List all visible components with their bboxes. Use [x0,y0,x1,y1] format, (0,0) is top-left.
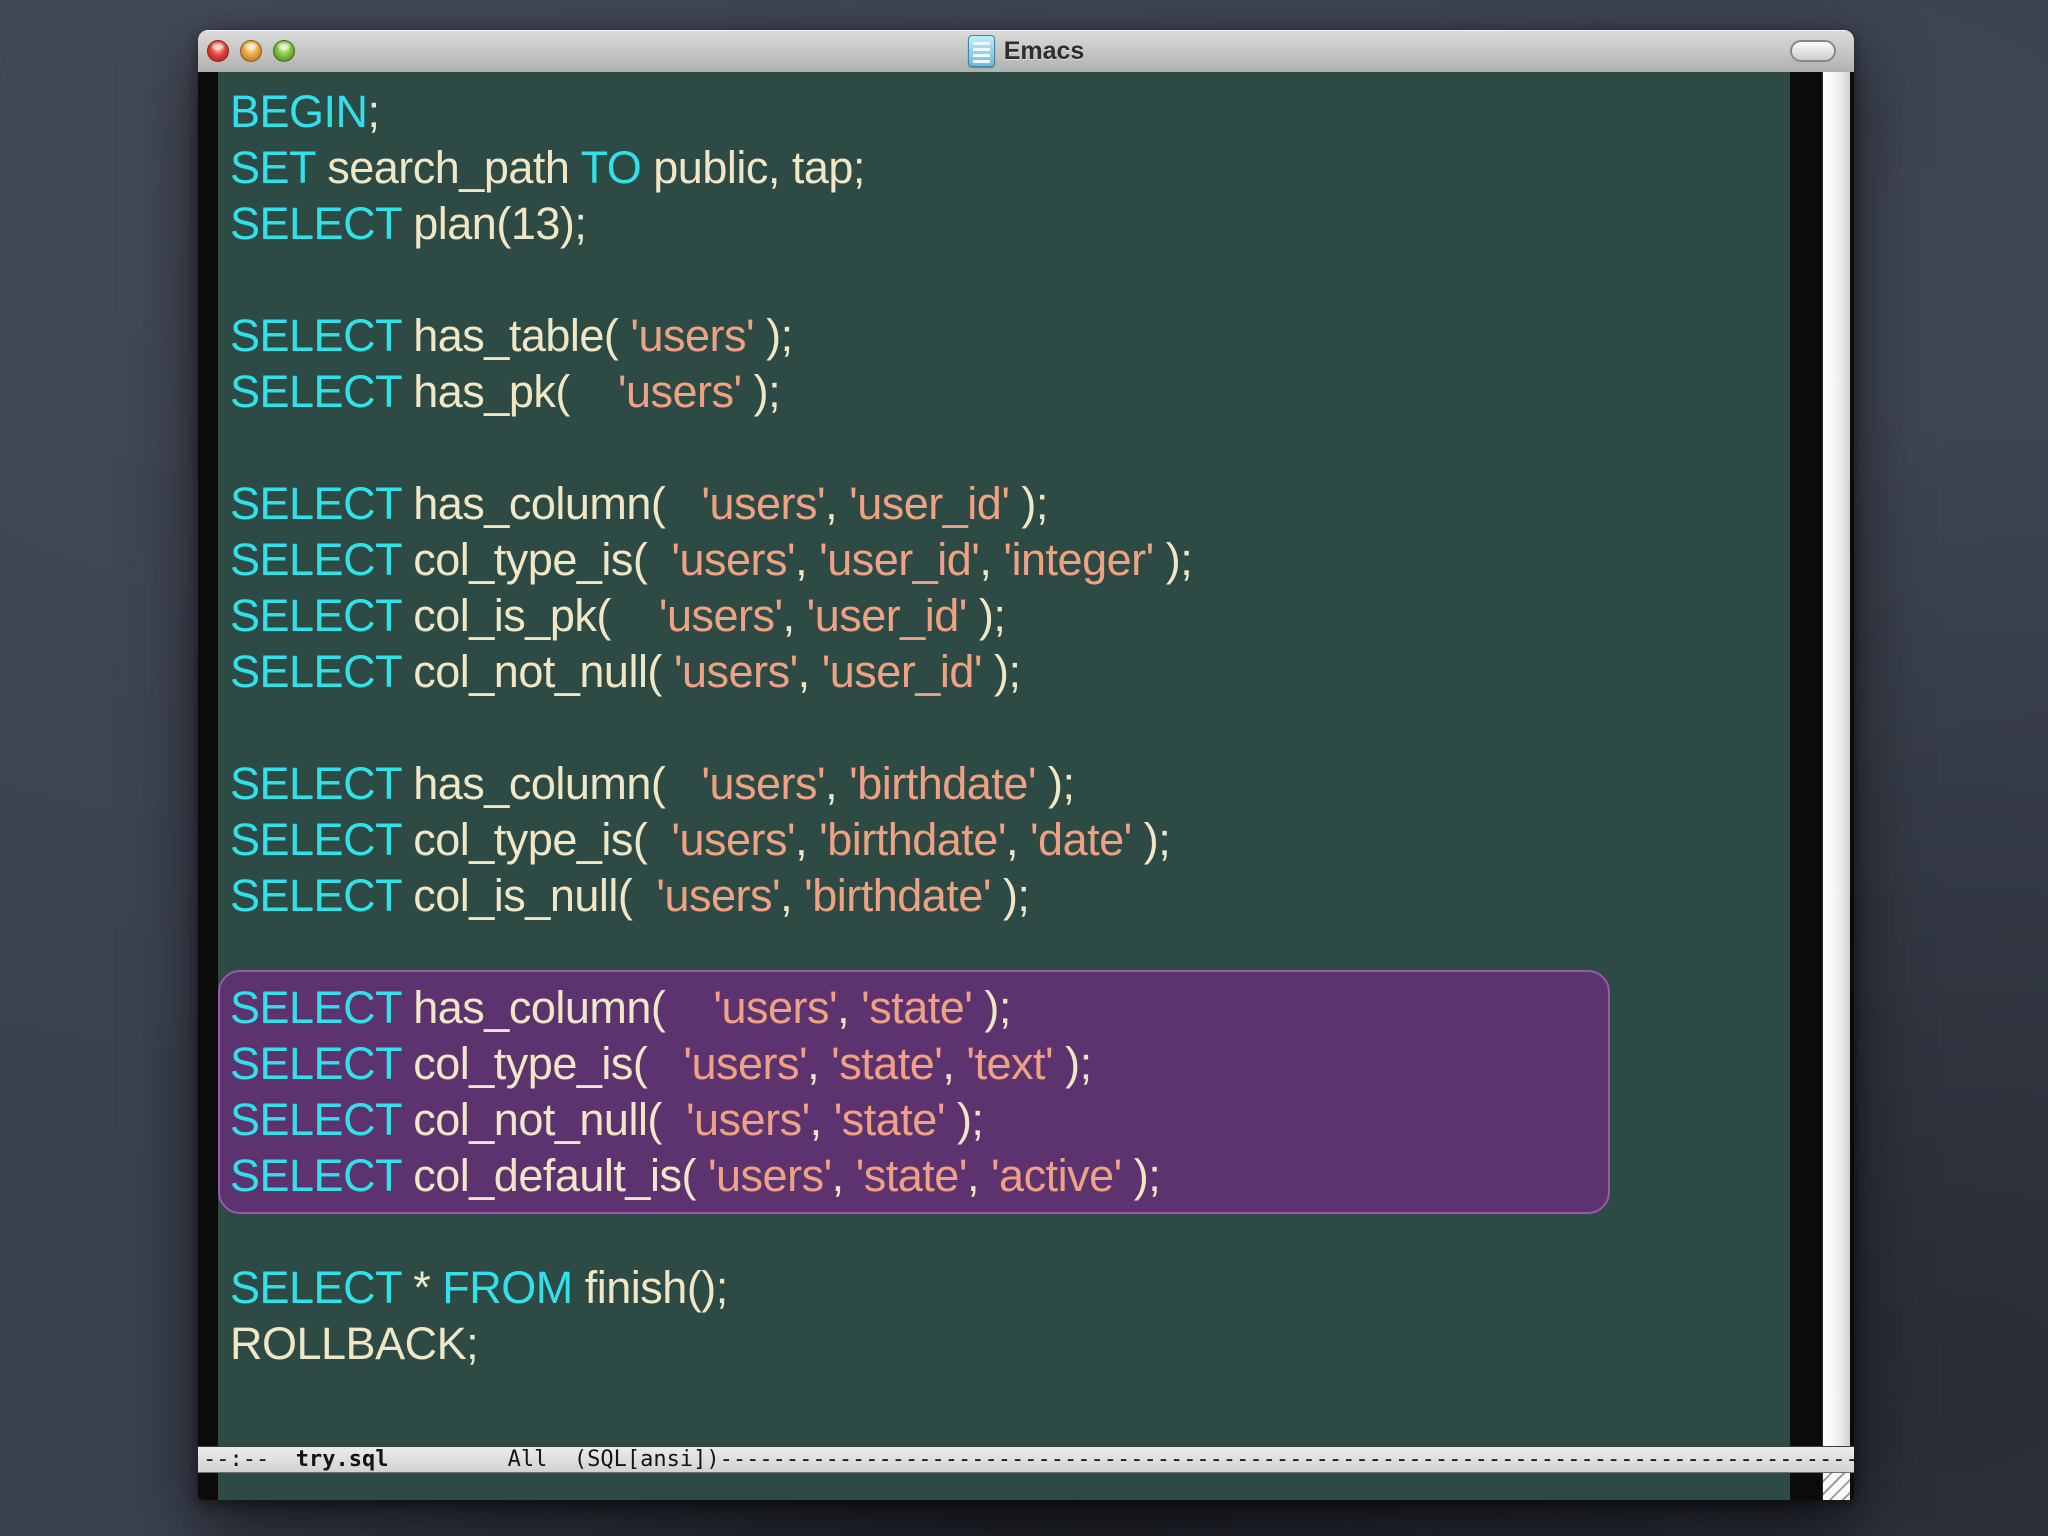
code-line: SET search_path TO public, tap; [230,142,865,193]
zoom-button[interactable] [273,40,295,62]
modeline: --:-- try.sql All (SQL[ansi])-----------… [198,1446,1854,1473]
close-button[interactable] [207,40,229,62]
modeline-gap1 [388,1447,507,1472]
code-line: SELECT has_table( 'users' ); [230,310,793,361]
window-title: Emacs [1003,36,1085,65]
window-controls [207,40,295,62]
resize-grip-icon[interactable] [1822,1473,1850,1500]
modeline-dashes: ----------------------------------------… [719,1447,1854,1472]
code-line: SELECT col_is_pk( 'users', 'user_id' ); [230,590,1006,641]
code-line: SELECT col_not_null( 'users', 'user_id' … [230,646,1021,697]
code-line: ROLLBACK; [230,1318,479,1369]
code-line: SELECT col_is_null( 'users', 'birthdate'… [230,870,1030,921]
selection-highlight: SELECT has_column( 'users', 'state' ); SE… [218,970,1610,1214]
modeline-position: All [507,1447,548,1472]
modeline-buffer-name: try.sql [295,1447,389,1472]
code-line: SELECT * FROM finish(); [230,1262,728,1313]
title-group: Emacs [967,35,1085,67]
emacs-app-icon [967,35,995,67]
code-line: SELECT col_not_null( 'users', 'state' ); [230,1094,984,1145]
modeline-gap2 [547,1447,574,1472]
minibuffer-row [198,1473,1854,1500]
code-line: SELECT col_type_is( 'users', 'user_id', … [230,534,1193,585]
minibuffer[interactable] [218,1473,1790,1500]
code-line: SELECT col_default_is( 'users', 'state',… [230,1150,1161,1201]
code-line: SELECT has_column( 'users', 'state' ); [230,982,1011,1033]
minimize-button[interactable] [240,40,262,62]
emacs-window: Emacs BEGIN; SET search_path TO public, t… [198,30,1854,1500]
vertical-scrollbar[interactable] [1822,72,1850,1446]
code-line: SELECT has_column( 'users', 'birthdate' … [230,758,1075,809]
code-line: SELECT col_type_is( 'users', 'state', 't… [230,1038,1092,1089]
code-area: BEGIN; SET search_path TO public, tap; SEL… [218,72,1790,1372]
toolbar-toggle-button[interactable] [1790,40,1836,62]
code-line: SELECT has_pk( 'users' ); [230,366,781,417]
editor-frame: BEGIN; SET search_path TO public, tap; SEL… [198,72,1854,1446]
code-line: BEGIN; [230,86,380,137]
code-line: SELECT has_column( 'users', 'user_id' ); [230,478,1048,529]
code-line: SELECT plan(13); [230,198,587,249]
titlebar[interactable]: Emacs [198,30,1854,73]
modeline-major-mode: (SQL[ansi]) [573,1447,720,1472]
modeline-prefix: --:-- [203,1447,296,1472]
buffer-text-area[interactable]: BEGIN; SET search_path TO public, tap; SEL… [218,72,1790,1446]
code-line: SELECT col_type_is( 'users', 'birthdate'… [230,814,1171,865]
